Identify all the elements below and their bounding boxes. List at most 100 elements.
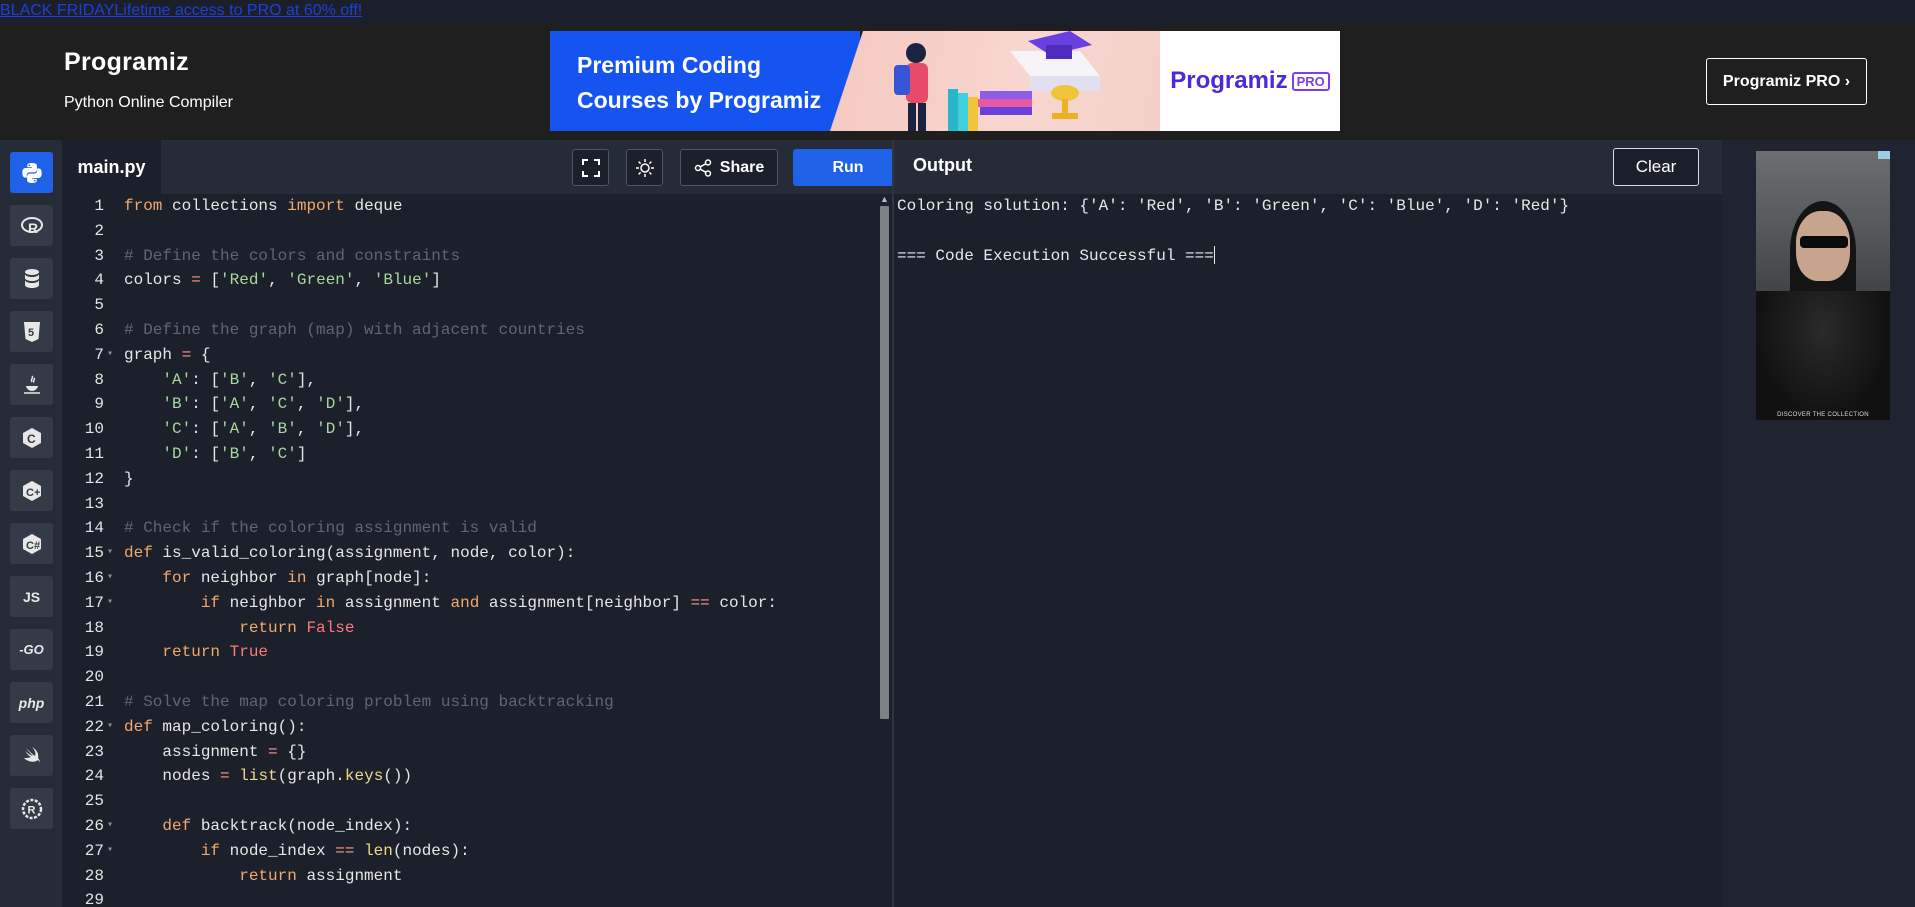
code-line: 7 ▾ graph = { <box>62 343 882 368</box>
run-button[interactable]: Run <box>793 149 903 186</box>
line-number: 7 <box>94 345 104 364</box>
line-number: 10 <box>84 420 104 439</box>
logo[interactable]: Programiz <box>64 48 189 77</box>
fold-arrow-icon[interactable]: ▾ <box>107 839 113 864</box>
pro-tag: PRO <box>1291 71 1330 91</box>
fold-arrow-icon[interactable]: ▾ <box>107 343 113 368</box>
line-number: 6 <box>94 321 104 339</box>
line-number: 19 <box>84 643 104 662</box>
execution-status: === Code Execution Successful === <box>897 246 1214 265</box>
svg-text:5: 5 <box>28 327 34 339</box>
rust-icon[interactable]: R <box>10 788 53 829</box>
theme-toggle-button[interactable] <box>626 149 663 186</box>
editor-scrollbar[interactable] <box>880 206 889 719</box>
python-icon[interactable] <box>10 152 53 193</box>
code-line: 24 nodes = list(graph.keys()) <box>62 764 882 789</box>
line-number: 20 <box>84 668 104 687</box>
code-text: return False <box>239 618 355 637</box>
code-line: 18 return False <box>62 616 882 641</box>
banner-line-1: Premium Coding <box>577 52 762 78</box>
fold-arrow-icon[interactable]: ▾ <box>107 566 113 591</box>
line-number: 3 <box>94 246 104 265</box>
code-text: graph = { <box>124 345 211 364</box>
fullscreen-button[interactable] <box>572 149 609 186</box>
svg-text:C: C <box>27 432 36 446</box>
banner-line-2: Courses by Programiz <box>577 87 822 113</box>
share-label: Share <box>719 158 765 176</box>
go-icon[interactable]: -GO <box>10 629 53 670</box>
sql-icon[interactable] <box>10 258 53 299</box>
ad-column: DISCOVER THE COLLECTION <box>1722 140 1915 907</box>
code-line: 1 from collections import deque <box>62 194 882 219</box>
code-text: for neighbor in graph[node]: <box>162 569 432 587</box>
fold-arrow-icon[interactable]: ▾ <box>107 715 113 740</box>
code-line: 10 'C': ['A', 'B', 'D'], <box>62 417 882 442</box>
line-number: 14 <box>84 519 104 538</box>
adchoices-icon[interactable] <box>1878 151 1890 159</box>
page-subtitle: Python Online Compiler <box>64 94 233 111</box>
code-text: colors = ['Red', 'Green', 'Blue'] <box>124 271 441 290</box>
editor-toolbar: main.py Share Run <box>62 140 903 194</box>
line-number: 2 <box>94 221 104 240</box>
output-console[interactable]: Coloring solution: {'A': 'Red', 'B': 'Gr… <box>894 194 1722 907</box>
code-text: def map_coloring(): <box>124 717 307 736</box>
php-icon[interactable]: php <box>10 682 53 723</box>
code-line: 15 ▾ def is_valid_coloring(assignment, nod… <box>62 541 882 566</box>
scroll-up-arrow[interactable]: ▲ <box>880 194 889 204</box>
output-toolbar: Output Clear <box>894 140 1722 194</box>
clear-button[interactable]: Clear <box>1613 148 1699 186</box>
ad-banner[interactable]: Premium Coding Courses by Programiz Prog… <box>550 31 1369 131</box>
line-number: 17 <box>84 593 104 612</box>
svg-text:R: R <box>27 804 35 816</box>
share-icon <box>694 158 712 177</box>
line-number: 22 <box>84 717 104 736</box>
tab-main-py[interactable]: main.py <box>62 140 161 194</box>
svg-text:R: R <box>28 220 38 236</box>
swift-icon[interactable] <box>10 735 53 776</box>
share-button[interactable]: Share <box>680 149 778 186</box>
code-text: def backtrack(node_index): <box>162 817 413 835</box>
line-number: 16 <box>84 569 104 587</box>
programiz-pro-button[interactable]: Programiz PRO › <box>1706 58 1867 105</box>
code-line: 20 <box>62 665 882 690</box>
code-line: 23 assignment = {} <box>62 740 882 765</box>
r-icon[interactable]: R <box>10 205 53 246</box>
line-number: 29 <box>84 891 104 907</box>
html5-icon[interactable]: 5 <box>10 311 53 352</box>
banner-headline: Premium Coding Courses by Programiz <box>550 31 860 131</box>
banner-brand: Programiz PRO <box>1160 31 1340 131</box>
fold-arrow-icon[interactable]: ▾ <box>107 591 113 616</box>
code-text: 'D': ['B', 'C'] <box>162 445 307 463</box>
code-line: 2 <box>62 219 882 244</box>
fold-arrow-icon[interactable]: ▾ <box>107 814 113 839</box>
header: Programiz Python Online Compiler Premium… <box>0 26 1915 140</box>
output-line: === Code Execution Successful === <box>897 244 1215 268</box>
code-line: 12} <box>62 467 882 492</box>
code-text: if neighbor in assignment and assignment… <box>200 593 777 612</box>
code-text: # Solve the map coloring problem using b… <box>124 693 614 711</box>
js-icon[interactable]: JS <box>10 576 53 617</box>
code-line: 14 # Check if the coloring assignment is … <box>62 516 882 541</box>
code-line: 28 return assignment <box>62 864 882 889</box>
code-text: # Define the colors and constraints <box>124 246 461 265</box>
code-editor[interactable]: 1 from collections import deque 2 3 # Define… <box>62 194 892 907</box>
java-icon[interactable] <box>10 364 53 405</box>
promo-link[interactable]: BLACK FRIDAYLifetime access to PRO at 60… <box>0 2 362 20</box>
code-text: # Check if the coloring assignment is va… <box>124 519 537 538</box>
cpp-icon[interactable]: C+ <box>10 470 53 511</box>
line-number: 4 <box>94 271 104 290</box>
line-number: 15 <box>84 544 104 563</box>
side-ad[interactable]: DISCOVER THE COLLECTION <box>1756 151 1890 420</box>
code-text: return True <box>162 643 269 662</box>
language-sidebar: R 5 C C+ C# JS -GO php R <box>0 140 62 907</box>
code-line: 5 <box>62 293 882 318</box>
svg-text:C#: C# <box>26 540 40 552</box>
csharp-icon[interactable]: C# <box>10 523 53 564</box>
code-line: 26 ▾ def backtrack(node_index): <box>62 814 882 839</box>
c-icon[interactable]: C <box>10 417 53 458</box>
line-number: 25 <box>84 792 104 811</box>
fold-arrow-icon[interactable]: ▾ <box>107 541 113 566</box>
code-line: 13 <box>62 492 882 517</box>
code-line: 25 <box>62 789 882 814</box>
line-number: 28 <box>84 866 104 885</box>
